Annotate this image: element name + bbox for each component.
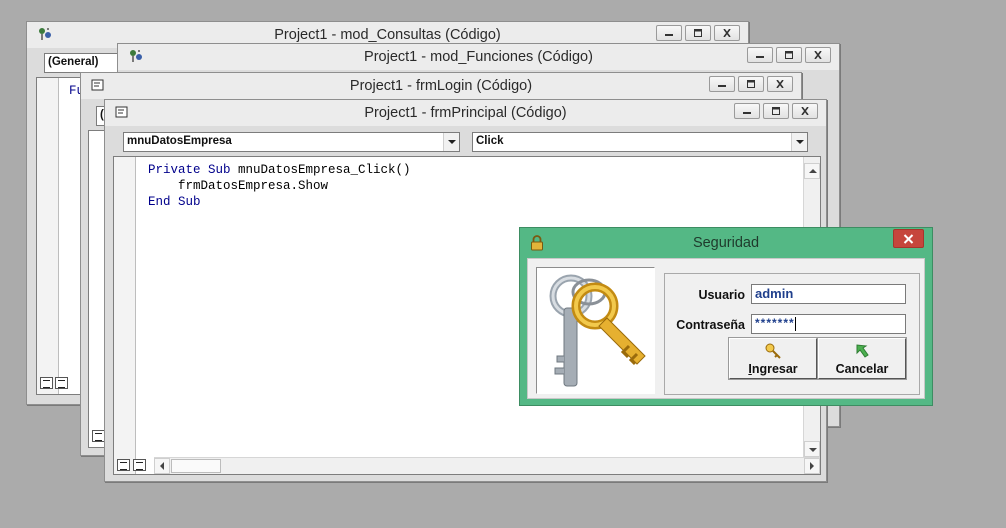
full-module-view-button[interactable]	[55, 377, 68, 389]
minimize-icon	[756, 56, 764, 58]
minimize-button[interactable]	[709, 76, 735, 92]
credentials-group: Usuario admin Contraseña ******* Ingresa…	[664, 273, 920, 395]
close-button[interactable]	[805, 47, 831, 63]
scroll-right-icon[interactable]	[804, 458, 820, 474]
procedure-view-button[interactable]	[117, 459, 130, 471]
minimize-icon	[665, 34, 673, 36]
cancelar-arrow-icon	[856, 344, 869, 358]
scroll-thumb[interactable]	[171, 459, 221, 473]
title-bar[interactable]: Project1 - mod_Funciones (Código)	[118, 44, 839, 70]
window-title: Project1 - frmPrincipal (Código)	[364, 105, 567, 121]
procedure-combo-value: Click	[476, 135, 504, 147]
minimize-button[interactable]	[656, 25, 682, 41]
maximize-icon	[747, 80, 755, 88]
minimize-button[interactable]	[747, 47, 773, 63]
usuario-label: Usuario	[698, 288, 745, 302]
cancelar-label: Cancelar	[835, 362, 889, 376]
code-line: frmDatosEmpresa.Show	[148, 179, 329, 193]
close-button[interactable]	[714, 25, 740, 41]
maximize-button[interactable]	[776, 47, 802, 63]
maximize-icon	[785, 51, 793, 59]
scroll-down-icon[interactable]	[804, 441, 820, 457]
margin-indicator-bar	[114, 157, 136, 474]
code-text: Private Sub mnuDatosEmpresa_Click() frmD…	[148, 162, 411, 210]
minimize-button[interactable]	[734, 103, 760, 119]
usuario-input[interactable]: admin	[751, 284, 906, 304]
maximize-button[interactable]	[685, 25, 711, 41]
dialog-close-button[interactable]	[893, 229, 924, 248]
text-cursor	[794, 316, 796, 331]
window-title: Project1 - mod_Funciones (Código)	[364, 49, 593, 65]
keys-image	[536, 267, 655, 394]
close-icon	[776, 80, 784, 88]
scroll-left-icon[interactable]	[154, 458, 170, 474]
object-combo[interactable]: (General)	[44, 53, 124, 73]
minimize-icon	[743, 112, 751, 114]
procedure-combo[interactable]: Click	[472, 132, 808, 152]
contrasena-input[interactable]: *******	[751, 314, 906, 334]
object-combo[interactable]: mnuDatosEmpresa	[123, 132, 460, 152]
object-combo-value: (General)	[48, 56, 99, 68]
title-bar[interactable]: Project1 - frmPrincipal (Código)	[105, 100, 826, 126]
scroll-up-icon[interactable]	[804, 163, 820, 179]
window-title: Project1 - mod_Consultas (Código)	[274, 27, 501, 43]
ingresar-button[interactable]: Ingresar	[728, 337, 818, 380]
keys-icon	[549, 274, 646, 387]
dialog-title: Seguridad	[692, 235, 760, 251]
ingresar-key-icon	[765, 343, 781, 359]
close-icon	[814, 51, 822, 59]
code-keyword: End Sub	[148, 195, 201, 209]
code-proc-name: mnuDatosEmpresa_Click()	[230, 163, 411, 177]
maximize-button[interactable]	[738, 76, 764, 92]
margin-indicator-bar	[37, 78, 59, 394]
close-icon	[903, 233, 914, 244]
cancelar-button[interactable]: Cancelar	[817, 337, 907, 380]
contrasena-label: Contraseña	[676, 318, 745, 332]
code-keyword: Private Sub	[148, 163, 231, 177]
title-bar[interactable]: Project1 - frmLogin (Código)	[81, 73, 801, 99]
login-dialog[interactable]: Seguridad Usuario admin Contraseña *****…	[519, 227, 933, 406]
window-title: Project1 - frmLogin (Código)	[349, 78, 533, 94]
close-button[interactable]	[792, 103, 818, 119]
horizontal-scrollbar[interactable]	[154, 457, 820, 474]
close-icon	[801, 107, 809, 115]
full-module-view-button[interactable]	[133, 459, 146, 471]
object-combo-value: mnuDatosEmpresa	[127, 135, 232, 147]
ingresar-label: ngresar	[751, 362, 798, 376]
dialog-body: Usuario admin Contraseña ******* Ingresa…	[527, 258, 925, 399]
maximize-button[interactable]	[763, 103, 789, 119]
chevron-down-icon[interactable]	[791, 133, 807, 151]
maximize-icon	[694, 29, 702, 37]
chevron-down-icon[interactable]	[443, 133, 459, 151]
procedure-view-button[interactable]	[40, 377, 53, 389]
close-button[interactable]	[767, 76, 793, 92]
minimize-icon	[718, 85, 726, 87]
maximize-icon	[772, 107, 780, 115]
close-icon	[723, 29, 731, 37]
password-mask: *******	[755, 316, 795, 330]
